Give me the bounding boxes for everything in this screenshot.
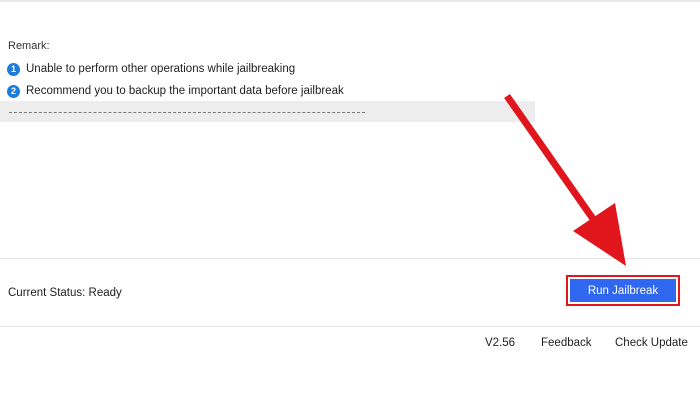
divider: [0, 326, 700, 327]
red-arrow-icon: [504, 93, 626, 266]
feedback-link[interactable]: Feedback: [541, 337, 592, 349]
remark-note-text: Unable to perform other operations while…: [26, 63, 296, 75]
divider: [0, 258, 700, 259]
remark-note-1: 1 Unable to perform other operations whi…: [7, 61, 295, 77]
remark-note-2: 2 Recommend you to backup the important …: [7, 83, 344, 99]
remark-note-text: Recommend you to backup the important da…: [26, 85, 344, 97]
window-top-border: [0, 0, 700, 2]
check-update-link[interactable]: Check Update: [615, 337, 688, 349]
current-status: Current Status: Ready: [8, 287, 122, 299]
remark-label: Remark:: [8, 40, 50, 52]
run-button-highlight: Run Jailbreak: [566, 275, 680, 306]
version-label: V2.56: [485, 337, 516, 349]
progress-dashed-line: [9, 112, 365, 113]
number-2-icon: 2: [7, 84, 20, 98]
number-1-icon: 1: [7, 62, 20, 76]
run-jailbreak-button[interactable]: Run Jailbreak: [570, 279, 676, 302]
